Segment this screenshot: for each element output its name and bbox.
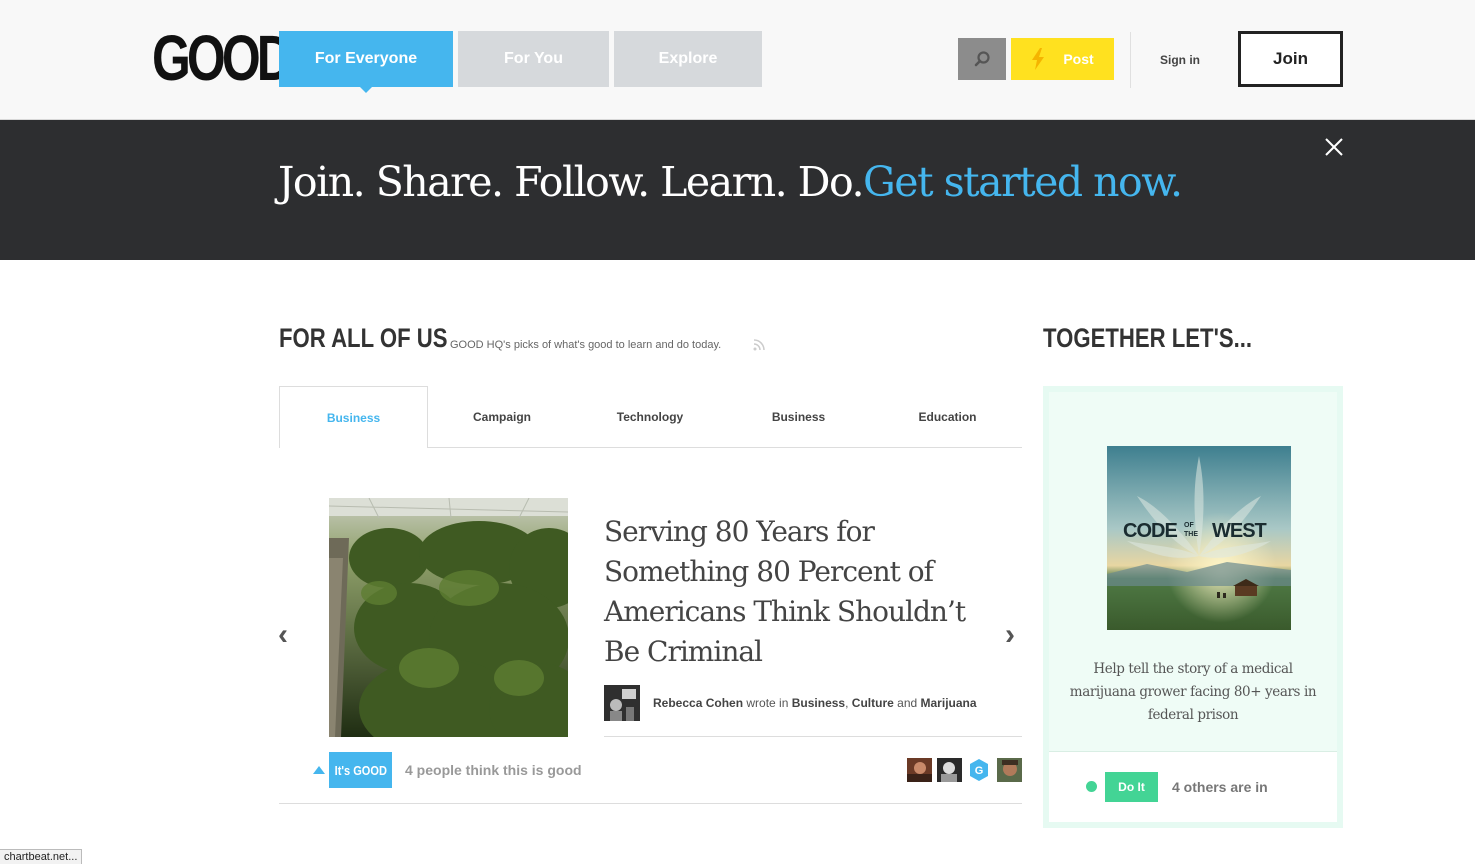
- tab-for-everyone[interactable]: For Everyone: [279, 31, 453, 87]
- author-link[interactable]: Rebecca Cohen: [653, 696, 743, 710]
- svg-text:G: G: [975, 765, 984, 777]
- do-it-label: Do It: [1118, 780, 1145, 794]
- do-it-button[interactable]: Do It: [1105, 772, 1158, 802]
- tab-label: Explore: [658, 50, 718, 67]
- search-button[interactable]: [958, 38, 1006, 80]
- get-started-link[interactable]: Get started now.: [863, 158, 1183, 206]
- site-header: GOOD For Everyone For You Explore Post S…: [0, 0, 1475, 120]
- chevron-left-icon[interactable]: ‹: [278, 618, 288, 652]
- campaign-card-footer: Do It 4 others are in: [1049, 751, 1337, 822]
- campaign-image-title-of: OF: [1184, 522, 1194, 529]
- campaign-image[interactable]: CODE OF THE WEST: [1107, 446, 1291, 630]
- post-label: Post: [1063, 51, 1094, 67]
- campaign-image-title-the: THE: [1184, 531, 1198, 538]
- category-tab-education[interactable]: Education: [873, 386, 1022, 448]
- tab-for-you[interactable]: For You: [458, 31, 609, 87]
- its-good-label: It's GOOD: [334, 762, 387, 778]
- category-link-culture[interactable]: Culture: [852, 696, 894, 710]
- campaign-image-title-2: WEST: [1212, 520, 1267, 542]
- category-link-marijuana[interactable]: Marijuana: [921, 696, 977, 710]
- chevron-right-icon[interactable]: ›: [1005, 618, 1015, 652]
- join-label: Join: [1273, 49, 1308, 68]
- voter-avatar[interactable]: [937, 758, 962, 782]
- byline-text: Rebecca Cohen wrote in Business, Culture…: [653, 696, 977, 710]
- tab-explore[interactable]: Explore: [614, 31, 762, 87]
- upvote-arrow-icon[interactable]: [313, 766, 325, 774]
- category-tab-campaign[interactable]: Campaign: [428, 386, 576, 448]
- vote-count-text: 4 people think this is good: [405, 762, 582, 778]
- wrote-in-text: wrote in: [746, 696, 789, 710]
- sign-in-link[interactable]: Sign in: [1160, 53, 1200, 67]
- article-image[interactable]: [329, 498, 568, 737]
- campaign-description: Help tell the story of a medical marijua…: [1069, 661, 1317, 723]
- lightning-icon: [1032, 48, 1045, 70]
- banner-headline: Join. Share. Follow. Learn. Do.Get start…: [278, 158, 1183, 206]
- article-divider: [279, 803, 1022, 804]
- category-link-business[interactable]: Business: [792, 696, 845, 710]
- section-title: FOR ALL OF US: [279, 323, 448, 353]
- category-tab-business[interactable]: Business: [279, 386, 428, 448]
- post-button[interactable]: Post: [1011, 38, 1114, 80]
- join-button[interactable]: Join: [1238, 31, 1343, 87]
- rss-icon[interactable]: [753, 339, 765, 351]
- section-subtitle: GOOD HQ's picks of what's good to learn …: [450, 339, 722, 351]
- participants-count: 4 others are in: [1172, 779, 1268, 795]
- voter-avatar[interactable]: [907, 758, 932, 782]
- tab-label: For Everyone: [314, 50, 418, 67]
- voter-avatar[interactable]: [997, 758, 1022, 782]
- campaign-card: CODE OF THE WEST Help tell the story of …: [1043, 386, 1343, 828]
- site-logo[interactable]: GOOD: [152, 26, 293, 90]
- voter-avatar[interactable]: G: [967, 758, 991, 782]
- tab-label: For You: [504, 50, 563, 67]
- article-title[interactable]: Serving 80 Years for Something 80 Percen…: [604, 512, 984, 672]
- header-divider: [1130, 32, 1131, 88]
- byline-separator: ,: [845, 696, 849, 710]
- article-byline: Rebecca Cohen wrote in Business, Culture…: [604, 685, 1022, 737]
- avatar[interactable]: [604, 685, 640, 721]
- search-icon: [974, 51, 990, 67]
- category-tabs: Business Campaign Technology Business Ed…: [279, 386, 1022, 448]
- status-dot-icon: [1086, 781, 1097, 792]
- category-tab-technology[interactable]: Technology: [576, 386, 724, 448]
- active-tab-caret: [359, 86, 373, 93]
- category-tab-business-2[interactable]: Business: [724, 386, 873, 448]
- sidebar-title: TOGETHER LET'S...: [1043, 323, 1253, 353]
- and-text: and: [897, 696, 918, 710]
- campaign-image-title-1: CODE: [1123, 520, 1177, 542]
- banner-text: Join. Share. Follow. Learn. Do.: [278, 158, 865, 206]
- promo-banner: Join. Share. Follow. Learn. Do.Get start…: [0, 120, 1475, 260]
- its-good-button[interactable]: It's GOOD: [329, 752, 392, 788]
- close-icon[interactable]: [1322, 135, 1346, 159]
- browser-status-bar: chartbeat.net...: [0, 849, 83, 864]
